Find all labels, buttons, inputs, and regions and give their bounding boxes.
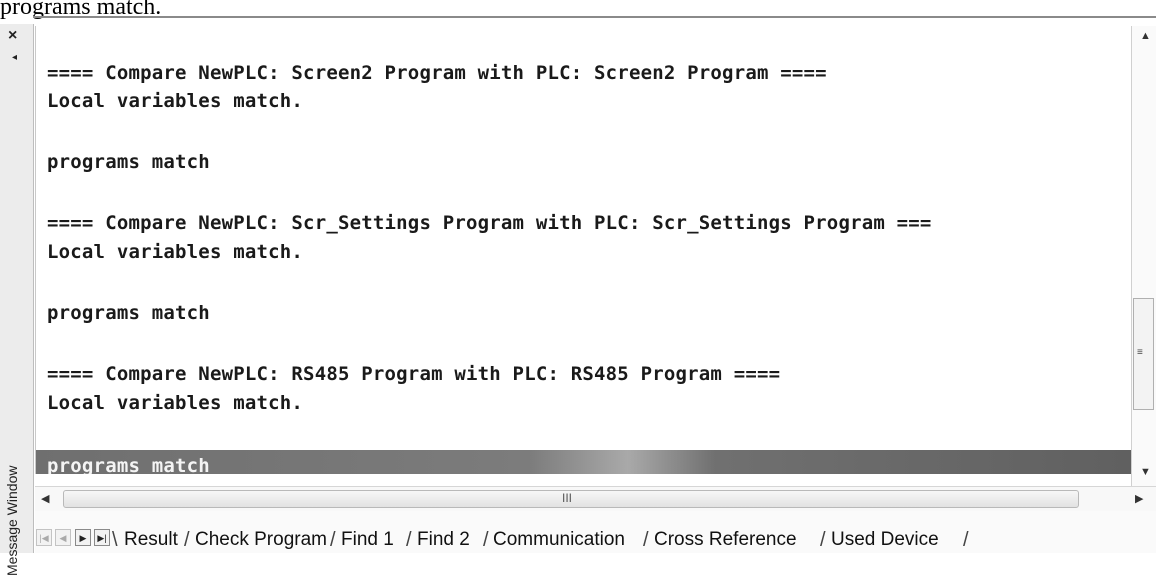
vertical-scroll-thumb[interactable]: ≡ bbox=[1133, 298, 1154, 410]
close-icon[interactable]: × bbox=[8, 28, 17, 44]
horizontal-scrollbar[interactable]: ◀ III ▶ bbox=[35, 486, 1156, 511]
tab-used-device[interactable]: Used Device bbox=[831, 527, 939, 553]
grip-icon: III bbox=[562, 491, 572, 505]
tab-result[interactable]: Result bbox=[124, 527, 178, 553]
scroll-left-icon[interactable]: ◀ bbox=[41, 492, 49, 505]
last-tab-button[interactable]: ▶| bbox=[94, 529, 110, 546]
message-window-sidebar: × ◂ Message Window bbox=[0, 24, 34, 553]
tab-communication[interactable]: Communication bbox=[493, 527, 625, 553]
tab-find-2[interactable]: Find 2 bbox=[417, 527, 470, 553]
grip-icon: ≡ bbox=[1137, 347, 1143, 358]
window-title: Message Window bbox=[4, 466, 20, 576]
output-line: Local variables match. bbox=[47, 90, 303, 112]
scroll-down-icon[interactable]: ▼ bbox=[1140, 466, 1151, 478]
pin-icon[interactable]: ◂ bbox=[12, 52, 17, 63]
output-line-selected: programs match bbox=[47, 455, 210, 474]
output-line: Local variables match. bbox=[47, 392, 303, 414]
output-line: Local variables match. bbox=[47, 241, 303, 263]
scroll-right-icon[interactable]: ▶ bbox=[1135, 492, 1143, 505]
output-line: ==== Compare NewPLC: Scr_Settings Progra… bbox=[47, 212, 932, 234]
tab-find-1[interactable]: Find 1 bbox=[341, 527, 394, 553]
prev-tab-button[interactable]: ◀ bbox=[55, 529, 71, 546]
horizontal-scroll-thumb[interactable]: III bbox=[63, 490, 1079, 508]
output-line: ==== Compare NewPLC: Screen2 Program wit… bbox=[47, 62, 827, 84]
tab-cross-reference[interactable]: Cross Reference bbox=[654, 527, 797, 553]
output-line: ==== Compare NewPLC: RS485 Program with … bbox=[47, 363, 780, 385]
selected-line-highlight[interactable]: programs match bbox=[36, 450, 1132, 474]
scroll-up-icon[interactable]: ▲ bbox=[1140, 30, 1151, 42]
output-line: programs match bbox=[47, 151, 210, 173]
first-tab-button[interactable]: |◀ bbox=[36, 529, 52, 546]
message-output-pane[interactable]: ==== Compare NewPLC: Screen2 Program wit… bbox=[35, 26, 1132, 474]
tab-check-program[interactable]: Check Program bbox=[195, 527, 327, 553]
tab-bar: |◀ ◀ ▶ ▶| \ Result / Check Program / Fin… bbox=[35, 511, 1156, 553]
next-tab-button[interactable]: ▶ bbox=[75, 529, 91, 546]
output-line: programs match bbox=[47, 302, 210, 324]
vertical-scrollbar[interactable]: ▲ ▼ bbox=[1131, 26, 1156, 486]
